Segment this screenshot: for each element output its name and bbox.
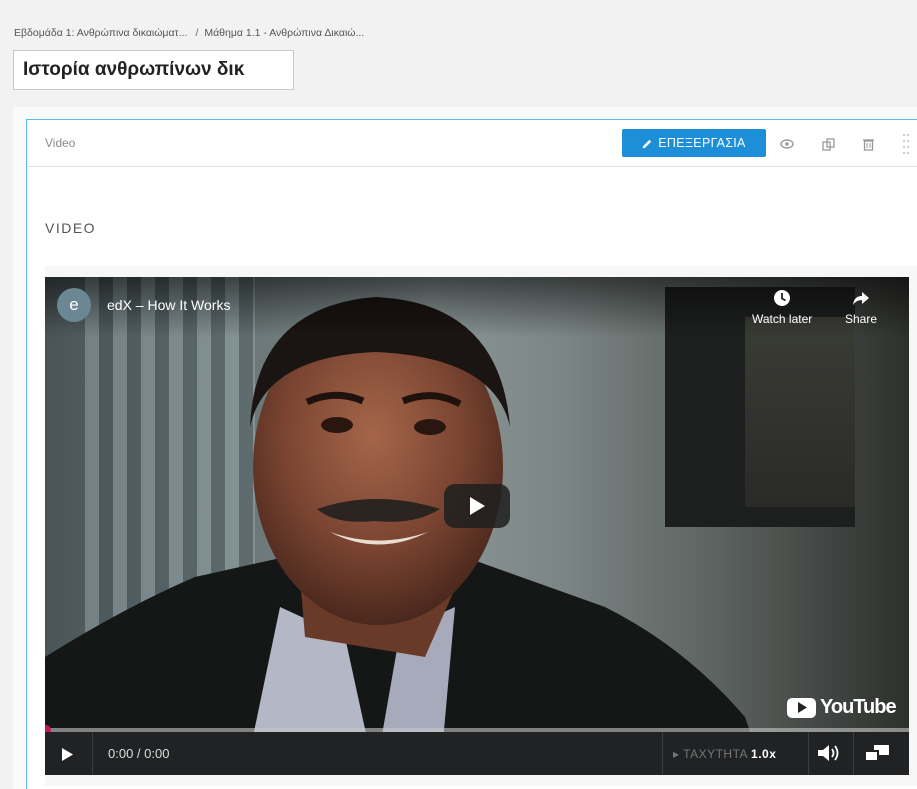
watch-later-button[interactable]: Watch later bbox=[752, 289, 812, 326]
play-button[interactable] bbox=[57, 744, 77, 764]
watch-later-label: Watch later bbox=[752, 312, 813, 326]
play-overlay-button[interactable] bbox=[444, 484, 510, 528]
video-title[interactable]: edX – How It Works bbox=[107, 297, 230, 313]
component-header: Video ΕΠΕΞΕΡΓΑΣΙΑ bbox=[27, 120, 917, 167]
breadcrumb: Εβδομάδα 1: Ανθρώπινα δικαιώματ... / Μάθημ… bbox=[14, 27, 364, 39]
share-icon bbox=[853, 292, 870, 305]
breadcrumb-lesson-link[interactable]: Μάθημα 1.1 - Ανθρώπινα Δικαιώ... bbox=[204, 27, 364, 39]
control-divider bbox=[853, 732, 854, 775]
channel-avatar[interactable]: e bbox=[57, 288, 91, 322]
delete-icon[interactable] bbox=[861, 137, 875, 151]
breadcrumb-separator: / bbox=[195, 27, 199, 39]
volume-icon[interactable] bbox=[817, 744, 843, 767]
breadcrumb-week-link[interactable]: Εβδομάδα 1: Ανθρώπινα δικαιώματ... bbox=[14, 27, 187, 39]
youtube-logo[interactable]: YouTube bbox=[787, 696, 897, 719]
edit-button[interactable]: ΕΠΕΞΕΡΓΑΣΙΑ bbox=[622, 129, 766, 157]
time-display: 0:00 / 0:00 bbox=[108, 746, 170, 761]
clock-icon bbox=[774, 290, 791, 306]
youtube-wordmark: YouTube bbox=[820, 696, 897, 718]
edit-button-label: ΕΠΕΞΕΡΓΑΣΙΑ bbox=[658, 136, 746, 150]
play-icon bbox=[61, 747, 73, 761]
unit-title-field[interactable]: Ιστορία ανθρωπίνων δικ bbox=[13, 50, 294, 90]
section-title: VIDEO bbox=[45, 220, 97, 236]
play-icon bbox=[470, 497, 485, 515]
share-button[interactable]: Share bbox=[845, 289, 877, 326]
speed-value: 1.0x bbox=[751, 747, 777, 761]
pencil-icon bbox=[643, 139, 652, 148]
duplicate-icon[interactable] bbox=[821, 137, 835, 151]
youtube-play-icon bbox=[787, 697, 816, 718]
control-divider bbox=[662, 732, 663, 775]
share-label: Share bbox=[845, 312, 878, 326]
video-player[interactable]: e edX – How It Works Watch later Share Y… bbox=[45, 277, 909, 775]
fullscreen-icon[interactable] bbox=[864, 745, 889, 766]
control-divider bbox=[92, 732, 93, 775]
speed-control[interactable]: ▸ ΤΑΧΥΤΗΤΑ 1.0x bbox=[673, 747, 776, 761]
control-divider bbox=[808, 732, 809, 775]
player-controls: 0:00 / 0:00 ▸ ΤΑΧΥΤΗΤΑ 1.0x bbox=[45, 732, 909, 775]
player-top-bar: e edX – How It Works Watch later Share bbox=[45, 277, 909, 337]
component-type-label: Video bbox=[45, 136, 76, 150]
speed-label: ΤΑΧΥΤΗΤΑ bbox=[683, 747, 749, 761]
drag-handle-icon[interactable] bbox=[903, 134, 909, 154]
eye-icon[interactable] bbox=[780, 137, 794, 151]
